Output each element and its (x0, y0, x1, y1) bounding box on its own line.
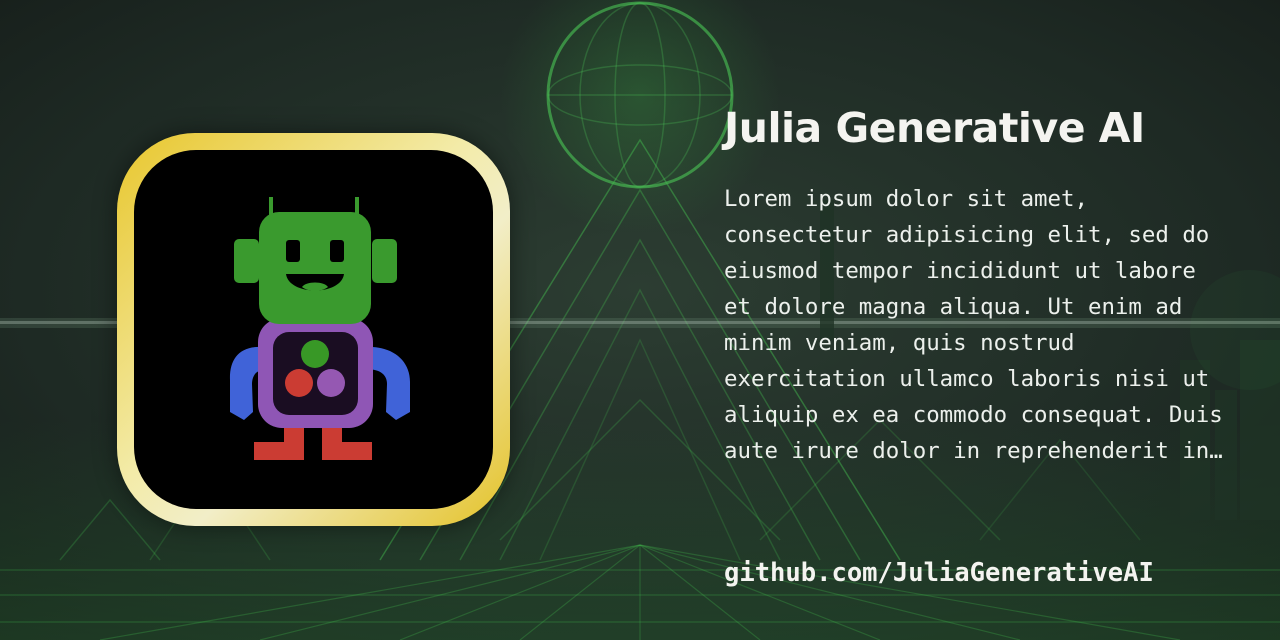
robot-icon (229, 197, 410, 460)
page-title: Julia Generative AI (724, 104, 1145, 152)
robot-left-ear (234, 239, 259, 283)
description-text: Lorem ipsum dolor sit amet, consectetur … (724, 186, 1223, 464)
robot-right-eye (330, 240, 344, 262)
robot-head (259, 212, 371, 324)
julia-dot-top (301, 340, 329, 368)
julia-dot-left (285, 369, 313, 397)
logo-frame (117, 133, 510, 526)
github-link[interactable]: github.com/JuliaGenerativeAI (724, 558, 1154, 588)
robot-left-eye (286, 240, 300, 262)
robot-right-ear (372, 239, 397, 283)
logo-background (134, 150, 493, 509)
julia-dot-right (317, 369, 345, 397)
